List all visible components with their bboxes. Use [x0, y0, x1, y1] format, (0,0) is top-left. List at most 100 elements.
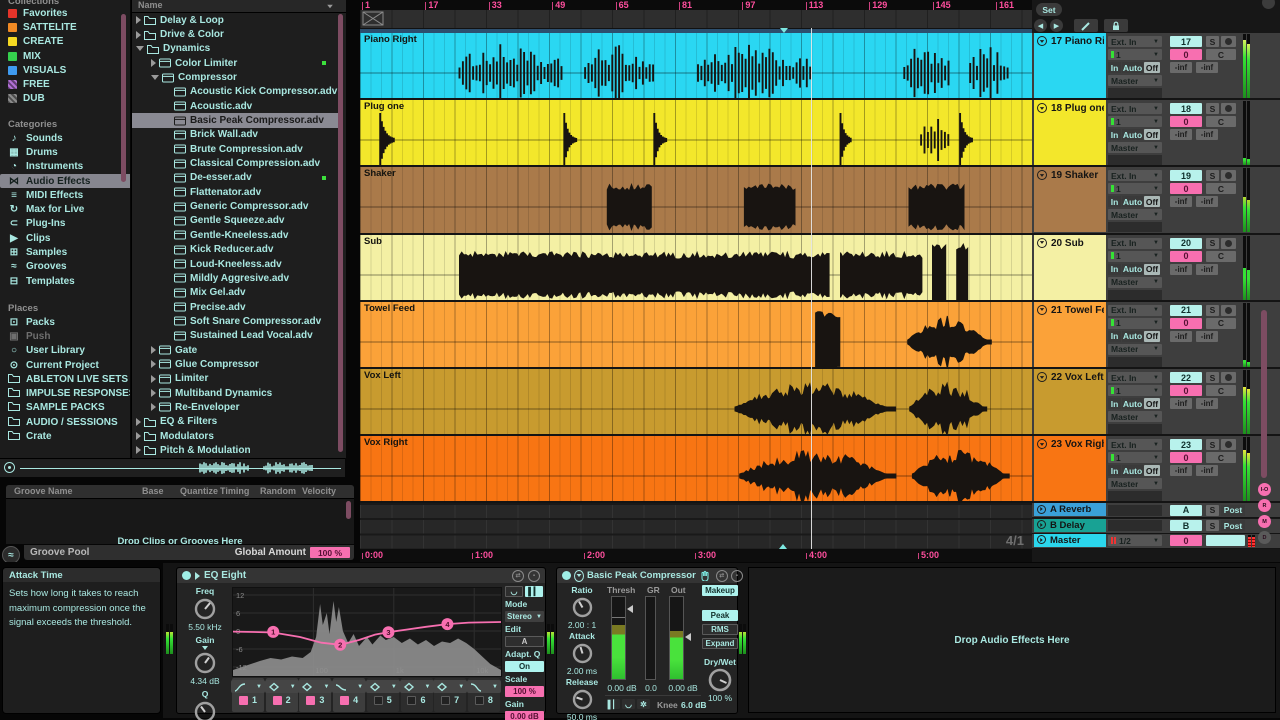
- eq-curve-toggle-icon[interactable]: ◡: [505, 586, 523, 597]
- browser-tree-item[interactable]: Limiter: [132, 372, 338, 386]
- input-routing-select[interactable]: Ext. In▼: [1108, 372, 1162, 383]
- track-fold-icon[interactable]: [1037, 439, 1047, 449]
- comp-sidechain-icon[interactable]: ✲: [637, 699, 650, 709]
- send-value[interactable]: -inf: [1196, 264, 1218, 275]
- groove-pool-list[interactable]: Drop Clips or Grooves Here: [6, 499, 354, 544]
- solo-button[interactable]: S: [1206, 305, 1219, 316]
- browser-tree-item[interactable]: Acoustic Kick Compressor.adv: [132, 85, 338, 99]
- pan-value[interactable]: 0: [1170, 535, 1202, 546]
- master-output-select[interactable]: 1/2▼: [1108, 535, 1162, 546]
- comp-makeup-button[interactable]: Makeup: [702, 585, 738, 596]
- eq-band-6[interactable]: ▼6: [401, 678, 433, 712]
- eq-band-checkbox[interactable]: [407, 696, 416, 705]
- hot-swap-icon[interactable]: ⇄: [716, 570, 728, 582]
- track-activator-button[interactable]: 20: [1170, 238, 1202, 249]
- comp-thresh-handle-icon[interactable]: [627, 605, 633, 613]
- arm-button[interactable]: [1221, 305, 1236, 316]
- sidebar-item-dub[interactable]: DUB: [0, 92, 130, 106]
- pan-value[interactable]: 0: [1170, 116, 1202, 127]
- monitor-in-button[interactable]: In: [1108, 62, 1121, 73]
- input-channel-select[interactable]: 1▼: [1108, 385, 1162, 396]
- mixer-scrollbar[interactable]: [1261, 310, 1267, 478]
- monitor-in-button[interactable]: In: [1108, 465, 1121, 476]
- eq-band-filter-select[interactable]: ▼: [366, 680, 400, 693]
- eq-band-checkbox[interactable]: [273, 696, 282, 705]
- monitor-off-button[interactable]: Off: [1144, 129, 1160, 140]
- nudge-right-button[interactable]: ▶: [1050, 19, 1063, 32]
- output-routing-select[interactable]: Master▼: [1108, 142, 1162, 153]
- track-name-cell[interactable]: 19 Shaker: [1034, 167, 1106, 232]
- track-name-cell[interactable]: 20 Sub: [1034, 235, 1106, 300]
- disclosure-collapsed-icon[interactable]: [151, 403, 156, 411]
- sidebar-item-midi-effects[interactable]: ≡MIDI Effects: [0, 188, 130, 202]
- mixer-section-toggle-r[interactable]: R: [1258, 499, 1271, 512]
- disclosure-expanded-icon[interactable]: [136, 46, 144, 51]
- volume-value[interactable]: -inf: [1170, 264, 1192, 275]
- input-channel-select[interactable]: 1▼: [1108, 116, 1162, 127]
- groove-column-base[interactable]: Base: [142, 486, 164, 496]
- pre-post-toggle[interactable]: Post: [1221, 505, 1245, 516]
- crossfade-button[interactable]: C: [1206, 183, 1236, 194]
- eq-band-checkbox[interactable]: [441, 696, 450, 705]
- device-drop-zone[interactable]: Drop Audio Effects Here: [748, 567, 1276, 713]
- disclosure-collapsed-icon[interactable]: [151, 59, 156, 67]
- browser-tree-item[interactable]: Color Limiter: [132, 56, 338, 70]
- browser-tree-item[interactable]: Acoustic.adv: [132, 99, 338, 113]
- disclosure-collapsed-icon[interactable]: [151, 360, 156, 368]
- groove-column-velocity[interactable]: Velocity: [302, 486, 336, 496]
- volume-value[interactable]: -inf: [1170, 331, 1192, 342]
- eq-band-5[interactable]: ▼5: [367, 678, 399, 712]
- solo-button[interactable]: S: [1206, 103, 1219, 114]
- set-button[interactable]: Set: [1036, 3, 1062, 16]
- eq-band-2[interactable]: ▼2: [266, 678, 298, 712]
- disclosure-collapsed-icon[interactable]: [136, 432, 141, 440]
- track-name-cell[interactable]: 23 Vox Right: [1034, 436, 1106, 501]
- send-value[interactable]: -inf: [1196, 196, 1218, 207]
- hot-swap-icon[interactable]: ⇄: [512, 570, 524, 582]
- crossfade-button[interactable]: C: [1206, 452, 1236, 463]
- volume-value[interactable]: -inf: [1170, 465, 1192, 476]
- eq-band-filter-select[interactable]: ▼: [265, 680, 299, 693]
- sidebar-item-current-project[interactable]: ⊙Current Project: [0, 358, 130, 372]
- corner-toggle-icon[interactable]: [1262, 0, 1275, 9]
- browser-tree-item[interactable]: Generic Compressor.adv: [132, 199, 338, 213]
- pan-value[interactable]: 0: [1170, 251, 1202, 262]
- arm-button[interactable]: [1221, 372, 1236, 383]
- browser-tree-item[interactable]: Gentle Squeeze.adv: [132, 214, 338, 228]
- disclosure-collapsed-icon[interactable]: [151, 346, 156, 354]
- arm-button[interactable]: [1221, 36, 1236, 47]
- sidebar-item-mix[interactable]: MIX: [0, 49, 130, 63]
- browser-tree-item[interactable]: Compressor: [132, 70, 338, 84]
- sidebar-item-sounds[interactable]: ♪Sounds: [0, 131, 130, 145]
- sidebar-item-crate[interactable]: Crate: [0, 429, 130, 443]
- input-routing-select[interactable]: Ext. In▼: [1108, 103, 1162, 114]
- send-value[interactable]: -inf: [1196, 398, 1218, 409]
- monitor-off-button[interactable]: Off: [1144, 196, 1160, 207]
- eq-adaptq-button[interactable]: On: [505, 661, 544, 672]
- input-channel-select[interactable]: 1▼: [1108, 49, 1162, 60]
- volume-value[interactable]: -inf: [1170, 62, 1192, 73]
- sidebar-item-user-library[interactable]: ○User Library: [0, 344, 130, 358]
- eq-band-checkbox[interactable]: [475, 696, 484, 705]
- arrangement-track-vox-right[interactable]: Vox Right: [360, 436, 1032, 503]
- eq-band-filter-select[interactable]: ▼: [298, 680, 332, 693]
- pan-value[interactable]: 0: [1170, 183, 1202, 194]
- browser-tree-item[interactable]: Re-Enveloper: [132, 400, 338, 414]
- solo-button[interactable]: S: [1206, 238, 1219, 249]
- arm-button[interactable]: [1221, 439, 1236, 450]
- comp-drywet-knob[interactable]: [707, 667, 733, 693]
- arm-button[interactable]: [1221, 170, 1236, 181]
- browser-tree-item[interactable]: Brick Wall.adv: [132, 128, 338, 142]
- eq-band-checkbox[interactable]: [374, 696, 383, 705]
- track-name-cell[interactable]: 21 Towel Fee: [1034, 302, 1106, 367]
- monitor-in-button[interactable]: In: [1108, 129, 1121, 140]
- comp-out-handle-icon[interactable]: [685, 633, 691, 641]
- disclosure-collapsed-icon[interactable]: [151, 375, 156, 383]
- pan-value[interactable]: 0: [1170, 318, 1202, 329]
- lock-envelopes-button[interactable]: [1104, 19, 1128, 32]
- browser-tree-item[interactable]: Flattenator.adv: [132, 185, 338, 199]
- eq-band-handle-3[interactable]: 3: [382, 626, 394, 638]
- browser-tree-item[interactable]: Kick Reducer.adv: [132, 243, 338, 257]
- browser-tree-item[interactable]: Basic Peak Compressor.adv: [132, 113, 338, 127]
- solo-button[interactable]: S: [1206, 520, 1219, 531]
